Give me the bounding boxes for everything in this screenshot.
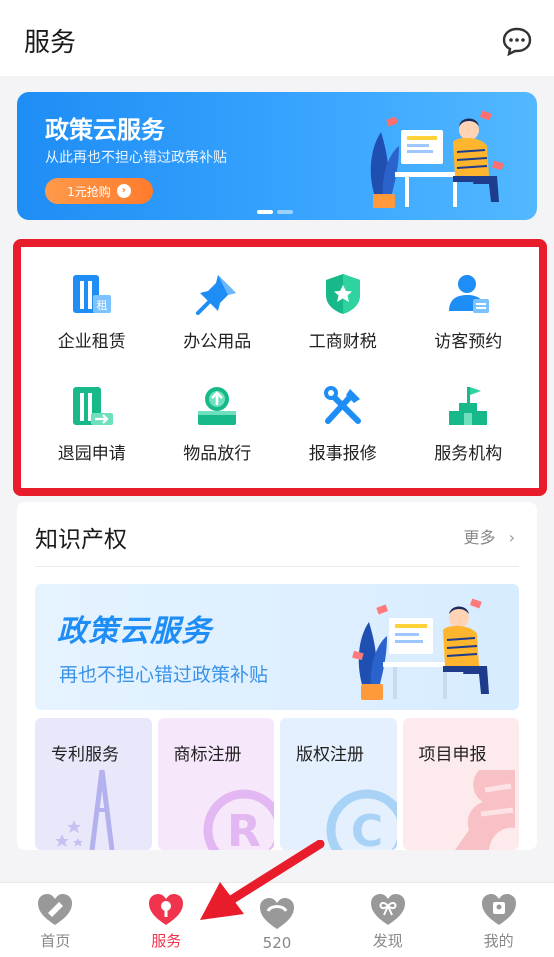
- buy-button[interactable]: 1元抢购 ›: [45, 178, 153, 204]
- service-label: 报事报修: [308, 444, 377, 465]
- service-item-goods-release[interactable]: 物品放行: [155, 368, 281, 481]
- patent-tower-icon: [54, 769, 114, 850]
- service-item-office-supplies[interactable]: 办公用品: [155, 255, 281, 368]
- chevron-right-icon: ›: [508, 528, 515, 547]
- arrow-right-circle-icon: ›: [116, 184, 131, 198]
- card-copyright-registration[interactable]: 版权注册 C: [280, 718, 397, 850]
- banner-pager: [257, 210, 293, 214]
- service-item-report-repair[interactable]: 报事报修: [280, 368, 406, 481]
- service-item-service-agencies[interactable]: 服务机构: [406, 368, 532, 481]
- home-heart-icon: [38, 894, 73, 925]
- heart-520-icon: [259, 898, 294, 929]
- tab-service[interactable]: 服务: [111, 883, 222, 957]
- card-project-declaration[interactable]: 项目申报: [402, 718, 519, 850]
- document-stamp-icon: [455, 770, 515, 850]
- banner-title: 政策云服务: [45, 116, 165, 144]
- exit-building-icon: [72, 387, 113, 426]
- banner-subtitle: 从此再也不担心错过政策补贴: [45, 150, 227, 166]
- tools-repair-icon: [323, 386, 361, 425]
- discover-heart-icon: [370, 894, 405, 925]
- page-title: 服务: [24, 28, 77, 58]
- copyright-icon: C: [326, 789, 397, 850]
- profile-heart-icon: [481, 894, 516, 925]
- policy-ad-banner[interactable]: 政策云服务 再也不担心错过政策补贴: [35, 584, 519, 710]
- service-heart-icon: [149, 894, 184, 925]
- services-highlight-box: 租 企业租赁 办公用品 工商财税 访客预约 退园申请 物品放行 报事报修 服务机…: [13, 239, 547, 496]
- service-label: 企业租赁: [57, 331, 126, 352]
- tab-label: 520: [262, 934, 292, 952]
- tab-mine[interactable]: 我的: [443, 883, 554, 957]
- service-label: 办公用品: [183, 331, 252, 352]
- service-item-business-tax[interactable]: 工商财税: [280, 255, 406, 368]
- tab-discover[interactable]: 发现: [332, 883, 443, 957]
- service-item-visitor-booking[interactable]: 访客预约: [406, 255, 532, 368]
- divider: [35, 566, 519, 567]
- service-label: 服务机构: [434, 444, 503, 465]
- ad-subtitle: 再也不担心错过政策补贴: [59, 664, 269, 686]
- office-worker-illustration: [352, 598, 489, 700]
- pager-dot: [277, 210, 293, 214]
- card-trademark-registration[interactable]: 商标注册 R: [157, 718, 274, 850]
- more-label: 更多: [463, 528, 496, 547]
- shield-star-icon: [325, 273, 360, 314]
- registered-mark-icon: R: [203, 789, 274, 850]
- svg-text:C: C: [350, 806, 382, 850]
- pager-dot-active: [257, 210, 273, 214]
- tab-label: 服务: [151, 932, 182, 950]
- page-header: 服务: [0, 0, 554, 76]
- buy-button-label: 1元抢购: [67, 184, 111, 199]
- tab-label: 首页: [40, 932, 71, 950]
- visitor-card-icon: [449, 274, 490, 313]
- pushpin-icon: [196, 274, 237, 315]
- service-label: 工商财税: [308, 331, 377, 352]
- promo-banner[interactable]: 政策云服务 从此再也不担心错过政策补贴 1元抢购 ›: [17, 92, 537, 220]
- box-upload-icon: [198, 387, 237, 426]
- svg-text:R: R: [227, 806, 261, 850]
- flag-building-icon: [449, 387, 488, 426]
- ip-cards: 专利服务 商标注册 R 版权注册 C 项目申报: [35, 718, 519, 850]
- bottom-tab-bar: 首页 服务 520 发现 我的: [0, 882, 554, 957]
- chat-bubble-icon[interactable]: [502, 26, 532, 56]
- tab-520[interactable]: 520: [222, 883, 333, 957]
- ip-section: 知识产权 更多 › 政策云服务 再也不担心错过政策补贴 专利服务 商标注册 R …: [17, 502, 537, 850]
- service-item-park-exit[interactable]: 退园申请: [29, 368, 155, 481]
- tab-label: 我的: [483, 932, 514, 950]
- services-grid: 租 企业租赁 办公用品 工商财税 访客预约 退园申请 物品放行 报事报修 服务机…: [29, 255, 531, 480]
- card-patent-service[interactable]: 专利服务: [35, 718, 152, 850]
- service-label: 物品放行: [183, 444, 252, 465]
- tab-home[interactable]: 首页: [0, 883, 111, 957]
- building-rent-icon: 租: [72, 274, 111, 313]
- more-link[interactable]: 更多 ›: [463, 524, 515, 548]
- tab-label: 发现: [372, 932, 403, 950]
- service-item-enterprise-rental[interactable]: 租 企业租赁: [29, 255, 155, 368]
- service-label: 访客预约: [434, 331, 503, 352]
- svg-text:租: 租: [96, 299, 107, 312]
- section-title: 知识产权: [35, 527, 127, 553]
- service-label: 退园申请: [57, 444, 126, 465]
- ad-title: 政策云服务: [57, 614, 212, 649]
- office-worker-illustration: [370, 110, 504, 208]
